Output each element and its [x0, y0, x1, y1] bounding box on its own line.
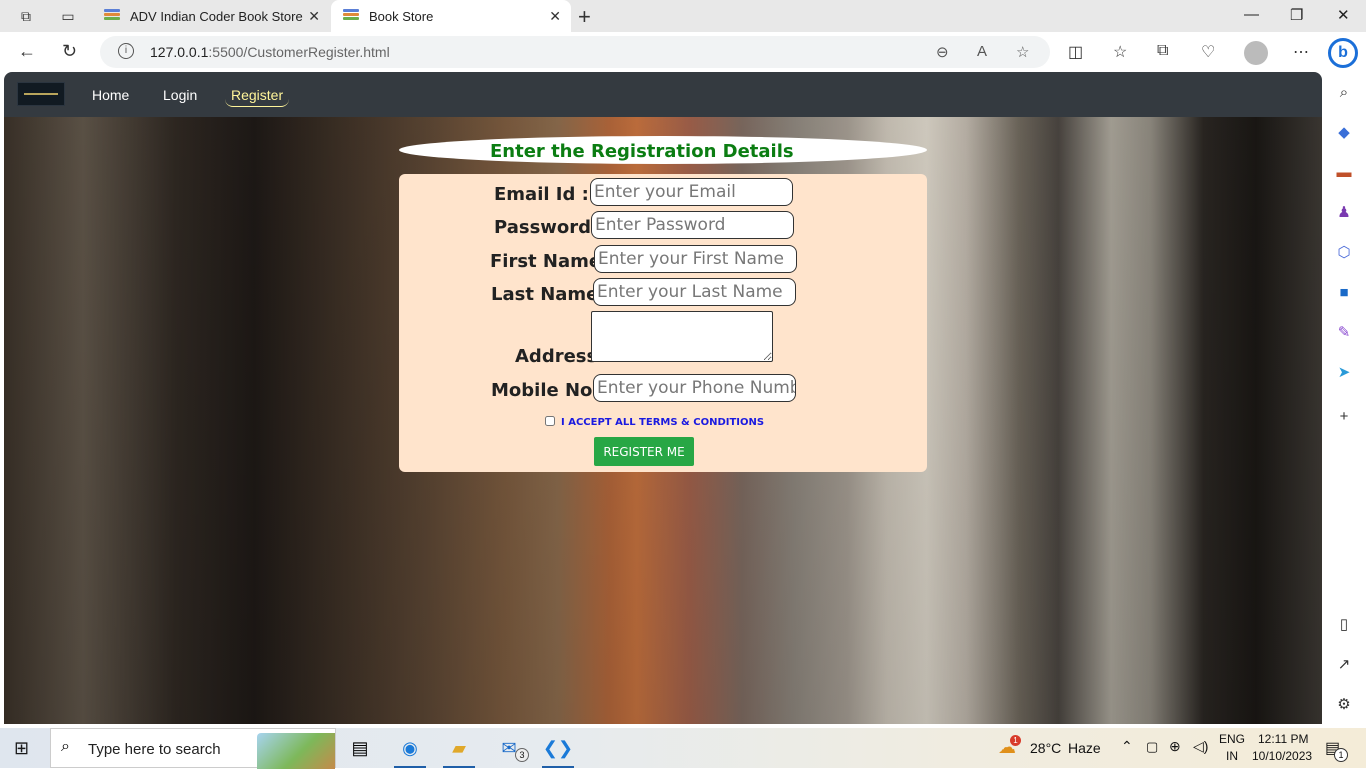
sidebar-settings-icon[interactable]: ⚙ [1335, 696, 1353, 714]
language-line2[interactable]: IN [1226, 749, 1238, 763]
site-info-icon[interactable]: i [118, 43, 134, 59]
close-tab-icon[interactable]: ✕ [308, 8, 320, 25]
address-toolbar: ← ↻ i 127.0.0.1:5500/CustomerRegister.ht… [0, 32, 1366, 72]
form-title: Enter the Registration Details [490, 141, 794, 162]
browser-tab-strip: ⧉ ▭ ADV Indian Coder Book Store ✕ Book S… [0, 0, 1366, 32]
show-hidden-icons-icon[interactable]: ⌃ [1121, 738, 1133, 755]
new-tab-button[interactable]: + [578, 4, 591, 30]
microsoft-365-icon[interactable]: ⬡ [1335, 244, 1353, 262]
favorite-star-icon[interactable]: ☆ [1016, 43, 1029, 61]
email-field[interactable] [590, 178, 793, 206]
url-text[interactable]: 127.0.0.1:5500/CustomerRegister.html [150, 44, 390, 60]
vscode-icon[interactable]: ❮❯ [536, 728, 580, 768]
registration-form: Email Id : Password : First Name : Last … [399, 174, 927, 472]
collections-icon[interactable]: ⧉ [1157, 42, 1168, 60]
shopping-tag-icon[interactable]: ◆ [1335, 124, 1353, 142]
email-label: Email Id : [494, 184, 589, 205]
maximize-button[interactable]: ❐ [1290, 6, 1303, 24]
add-sidebar-app-icon[interactable]: + [1335, 408, 1353, 426]
hide-sidebar-icon[interactable]: ▯ [1335, 616, 1353, 634]
refresh-icon[interactable]: ↻ [62, 41, 77, 62]
nav-home-link[interactable]: Home [92, 87, 129, 103]
more-menu-icon[interactable]: ⋯ [1293, 42, 1309, 62]
outlook-icon[interactable]: ■ [1335, 284, 1353, 302]
search-placeholder: Type here to search [88, 741, 221, 758]
last-name-field[interactable] [593, 278, 796, 306]
tab-title: Book Store [369, 8, 434, 24]
mobile-label: Mobile No : [491, 380, 606, 401]
meet-now-icon[interactable]: ▢ [1146, 739, 1158, 755]
notification-badge: 1 [1334, 748, 1348, 762]
search-highlight-image [257, 733, 335, 769]
designer-icon[interactable]: ✎ [1335, 324, 1353, 342]
copilot-icon[interactable]: b [1328, 38, 1358, 68]
file-explorer-icon[interactable]: ▰ [437, 728, 481, 768]
favorites-icon[interactable]: ☆ [1113, 42, 1127, 62]
page-viewport: Home Login Register Enter the Registrati… [4, 72, 1322, 724]
read-aloud-icon[interactable]: A [977, 43, 987, 60]
close-tab-icon[interactable]: ✕ [549, 8, 561, 25]
language-line1[interactable]: ENG [1219, 732, 1245, 746]
mail-badge: 3 [515, 748, 529, 762]
tools-briefcase-icon[interactable]: ▬ [1335, 164, 1353, 182]
task-view-icon[interactable]: ▤ [338, 728, 382, 768]
weather-condition[interactable]: Haze [1068, 740, 1101, 756]
site-logo[interactable] [17, 82, 65, 106]
clock-date[interactable]: 10/10/2023 [1252, 749, 1312, 763]
nav-login-link[interactable]: Login [163, 87, 197, 103]
close-window-button[interactable]: ✕ [1337, 6, 1350, 24]
back-icon[interactable]: ← [18, 41, 36, 62]
password-label: Password : [494, 217, 605, 238]
form-title-banner: Enter the Registration Details [399, 136, 927, 164]
weather-temp[interactable]: 28°C [1030, 740, 1061, 756]
workspaces-icon[interactable]: ⧉ [18, 8, 34, 24]
address-bar[interactable]: i 127.0.0.1:5500/CustomerRegister.html ⊖… [100, 36, 1050, 68]
external-link-icon[interactable]: ↗ [1335, 656, 1353, 674]
search-icon[interactable]: ⌕ [1335, 84, 1353, 102]
tab-title: ADV Indian Coder Book Store [130, 8, 303, 24]
tab-book-store[interactable]: Book Store ✕ [331, 0, 571, 32]
terms-label[interactable]: I ACCEPT ALL TERMS & CONDITIONS [561, 417, 764, 428]
windows-start-icon[interactable]: ⊞ [14, 738, 29, 759]
games-icon[interactable]: ♟ [1335, 204, 1353, 222]
register-button[interactable]: REGISTER ME [594, 437, 694, 466]
site-navbar: Home Login Register [4, 72, 1322, 117]
mobile-field[interactable] [593, 374, 796, 402]
drop-icon[interactable]: ➤ [1335, 364, 1353, 382]
profile-avatar[interactable] [1244, 41, 1268, 65]
zoom-icon[interactable]: ⊖ [936, 43, 949, 61]
taskbar-search[interactable]: ⌕ Type here to search [50, 728, 336, 769]
password-field[interactable] [591, 211, 794, 239]
edge-taskbar-icon[interactable]: ◉ [388, 728, 432, 768]
browser-essentials-icon[interactable]: ♡ [1201, 42, 1215, 62]
book-favicon-icon [343, 9, 359, 23]
weather-badge: 1 [1010, 735, 1021, 746]
edge-sidebar: ⌕ ◆ ▬ ♟ ⬡ ■ ✎ ➤ + ▯ ↗ ⚙ [1324, 72, 1366, 726]
clock-time[interactable]: 12:11 PM [1258, 732, 1308, 746]
search-icon: ⌕ [61, 738, 70, 755]
tab-actions-icon[interactable]: ▭ [60, 8, 76, 24]
nav-register-link[interactable]: Register [225, 87, 290, 107]
address-field[interactable] [591, 311, 773, 362]
first-name-field[interactable] [594, 245, 797, 273]
terms-checkbox[interactable] [545, 416, 555, 426]
book-favicon-icon [104, 9, 120, 23]
tab-adv-indian-coder[interactable]: ADV Indian Coder Book Store ✕ [92, 0, 330, 32]
network-icon[interactable]: ⊕ [1169, 738, 1181, 755]
windows-taskbar: ⊞ ⌕ Type here to search ▤ ◉ ▰ ✉ 3 ❮❯ ☁ 1 … [0, 728, 1366, 769]
mail-icon[interactable]: ✉ 3 [487, 728, 531, 768]
minimize-button[interactable]: — [1244, 6, 1259, 23]
split-screen-icon[interactable]: ◫ [1068, 42, 1083, 62]
volume-icon[interactable]: ◁) [1193, 738, 1208, 755]
